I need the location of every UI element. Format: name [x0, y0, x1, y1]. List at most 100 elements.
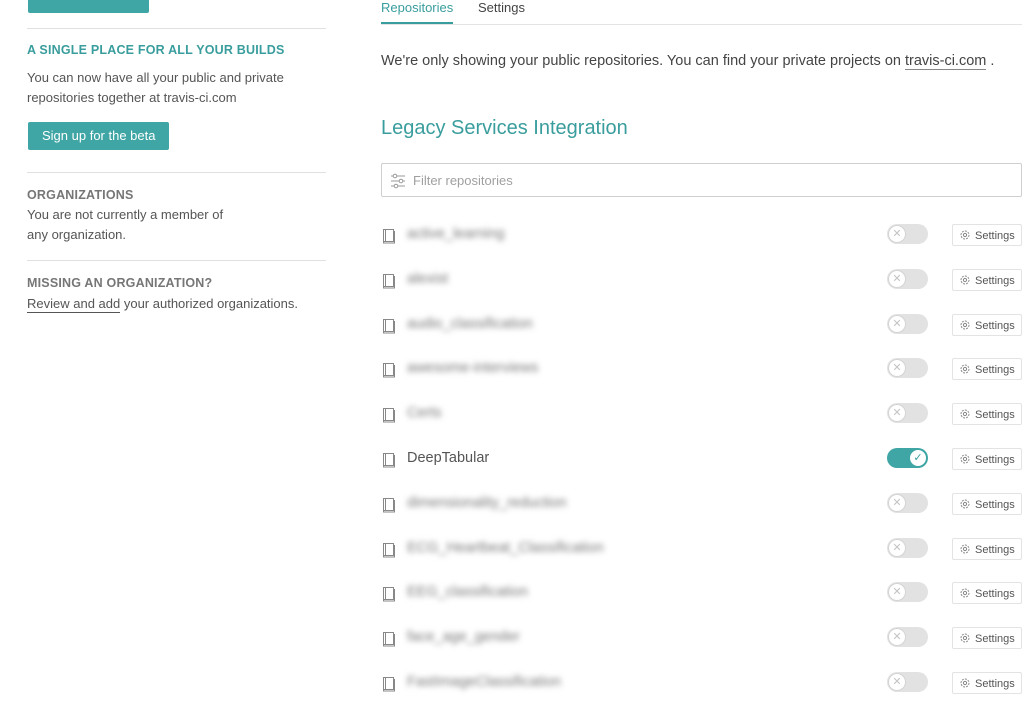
close-icon: ✕ [888, 269, 906, 288]
tab-bar: Repositories Settings [381, 0, 1022, 25]
sidebar-divider [27, 172, 326, 173]
repo-book-icon [383, 632, 395, 647]
repository-settings-button[interactable]: Settings [952, 268, 1022, 291]
close-icon: ✕ [888, 359, 906, 378]
repository-toggle[interactable]: ✕ [887, 268, 928, 289]
repo-book-icon [383, 229, 395, 244]
settings-button-label: Settings [975, 588, 1015, 601]
repository-row: Certs ✕ Settings [381, 392, 1022, 437]
close-icon: ✕ [888, 628, 906, 647]
repository-name[interactable]: ECG_Heartbeat_Classification [407, 540, 604, 556]
repository-list: active_learning ✕ Settings alexist ✕ Set… [381, 213, 1022, 706]
repository-row: dimensionality_reduction ✕ Settings [381, 482, 1022, 527]
repository-toggle[interactable]: ✕ [887, 403, 928, 424]
settings-button-label: Settings [975, 633, 1015, 646]
repo-book-icon [383, 273, 395, 289]
close-icon: ✕ [888, 225, 906, 243]
repository-settings-button[interactable]: Settings [952, 492, 1022, 515]
gear-icon [960, 633, 970, 643]
repository-toggle[interactable]: ✕ [887, 313, 928, 334]
organizations-text-line2: any organization. [27, 227, 127, 242]
repo-book-icon [383, 318, 395, 334]
gear-icon [960, 544, 970, 554]
repository-name[interactable]: awesome-interviews [407, 360, 538, 376]
repository-name[interactable]: EEG_classification [407, 584, 528, 600]
settings-button-label: Settings [975, 364, 1015, 377]
check-icon: ✓ [909, 448, 927, 467]
gear-icon [960, 499, 970, 509]
gear-icon [960, 320, 970, 330]
gear-icon [960, 230, 970, 240]
repository-name[interactable]: face_age_gender [407, 629, 520, 645]
repo-book-icon [383, 542, 395, 558]
public-repos-notice: We're only showing your public repositor… [381, 53, 994, 70]
repository-toggle[interactable]: ✕ [887, 627, 928, 648]
notice-text: We're only showing your public repositor… [381, 53, 905, 69]
settings-button-label: Settings [975, 677, 1015, 690]
tab-settings[interactable]: Settings [478, 0, 525, 22]
gear-icon [960, 409, 970, 419]
repository-row: alexist ✕ Settings [381, 258, 1022, 303]
gear-icon [960, 364, 970, 374]
repo-book-icon [383, 363, 395, 378]
repository-toggle[interactable]: ✓ [887, 447, 928, 468]
repository-toggle[interactable]: ✕ [887, 492, 928, 513]
settings-button-label: Settings [975, 498, 1015, 511]
repository-settings-button[interactable]: Settings [952, 447, 1022, 470]
repository-row: face_age_gender ✕ Settings [381, 616, 1022, 661]
builds-text: You can now have all your public and pri… [27, 68, 284, 108]
sidebar-divider [27, 260, 326, 261]
gear-icon [960, 275, 970, 285]
repository-name[interactable]: alexist [407, 271, 448, 287]
repository-toggle[interactable]: ✕ [887, 358, 928, 379]
repository-settings-button[interactable]: Settings [952, 224, 1022, 246]
filter-box [381, 163, 1022, 197]
section-title: Legacy Services Integration [381, 117, 628, 139]
sync-account-button[interactable] [28, 0, 149, 13]
repository-settings-button[interactable]: Settings [952, 358, 1022, 381]
repository-settings-button[interactable]: Settings [952, 403, 1022, 426]
repository-settings-button[interactable]: Settings [952, 537, 1022, 560]
missing-org-heading: MISSING AN ORGANIZATION? [27, 276, 213, 290]
repo-book-icon [383, 452, 395, 468]
travis-ci-com-link[interactable]: travis-ci.com [904, 53, 987, 70]
review-orgs-link[interactable]: Review and add [27, 296, 121, 313]
repository-toggle[interactable]: ✕ [887, 224, 928, 244]
repository-name[interactable]: FastImageClassification [407, 674, 561, 690]
repository-toggle[interactable]: ✕ [887, 671, 928, 692]
repo-book-icon [383, 676, 395, 692]
repo-book-icon [383, 587, 395, 602]
repository-row: audio_classification ✕ Settings [381, 303, 1022, 348]
organizations-text-line1: You are not currently a member of [27, 207, 224, 222]
filter-repositories-input[interactable] [411, 164, 1011, 196]
settings-button-label: Settings [975, 543, 1015, 556]
repository-toggle[interactable]: ✕ [887, 582, 928, 603]
settings-button-label: Settings [975, 230, 1015, 242]
repository-name[interactable]: audio_classification [407, 316, 533, 332]
sidebar-divider [27, 28, 326, 29]
repository-settings-button[interactable]: Settings [952, 671, 1022, 694]
repository-settings-button[interactable]: Settings [952, 627, 1022, 650]
repository-row: EEG_classification ✕ Settings [381, 571, 1022, 616]
settings-button-label: Settings [975, 274, 1015, 287]
signup-beta-button[interactable]: Sign up for the beta [28, 122, 170, 150]
builds-text-line2: repositories together at travis-ci.com [27, 90, 237, 105]
repository-row: FastImageClassification ✕ Settings [381, 661, 1022, 706]
close-icon: ✕ [888, 538, 906, 557]
repository-name[interactable]: active_learning [407, 226, 505, 242]
repository-name[interactable]: dimensionality_reduction [407, 495, 567, 511]
tab-repositories[interactable]: Repositories [381, 0, 454, 24]
close-icon: ✕ [888, 672, 906, 691]
repository-row: awesome-interviews ✕ Settings [381, 347, 1022, 392]
repository-toggle[interactable]: ✕ [887, 537, 928, 558]
gear-icon [960, 588, 970, 598]
repository-row: ECG_Heartbeat_Classification ✕ Settings [381, 527, 1022, 572]
repository-settings-button[interactable]: Settings [952, 582, 1022, 605]
builds-heading: A SINGLE PLACE FOR ALL YOUR BUILDS [27, 43, 285, 57]
close-icon: ✕ [888, 583, 906, 602]
repository-name[interactable]: DeepTabular [407, 450, 489, 466]
repo-book-icon [383, 408, 395, 423]
repository-name[interactable]: Certs [407, 405, 442, 421]
settings-button-label: Settings [975, 453, 1015, 466]
repository-settings-button[interactable]: Settings [952, 313, 1022, 336]
